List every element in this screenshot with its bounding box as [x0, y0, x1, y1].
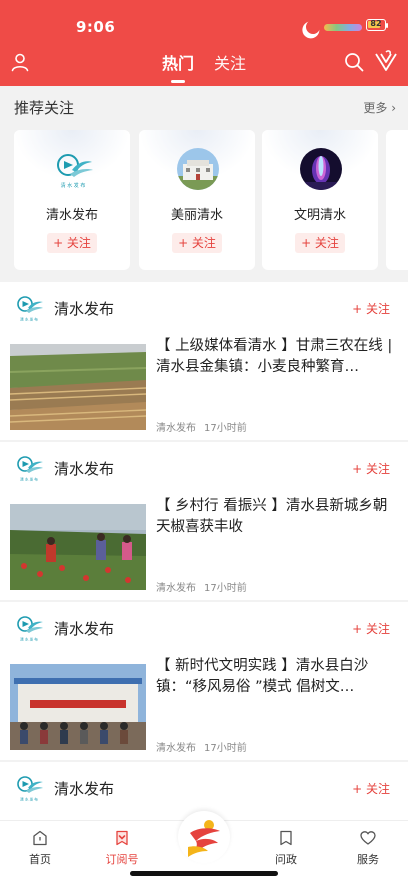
source-name[interactable]: 清水发布 — [54, 778, 114, 799]
subscription-icon — [116, 830, 128, 846]
source-logo-icon: 清 水 发 布 — [17, 296, 43, 322]
headline[interactable]: 【 上级媒体看清水 】甘肃三农在线 | 清水县金集镇：小麦良种繁育… — [156, 336, 396, 378]
center-logo-icon — [188, 820, 220, 857]
meta-source: 清水发布 — [156, 743, 196, 754]
signal-indicator — [324, 24, 362, 31]
meta-time: 17小时前 — [204, 423, 247, 434]
recommend-card-partial[interactable] — [386, 130, 408, 270]
follow-button[interactable]: + 关注 — [295, 233, 345, 253]
card-name: 清水发布 — [45, 208, 98, 223]
app-screen: 9:06 82 热门 关注 推荐关注 更多 › 清 水 发 布 清水发布 + 关… — [0, 0, 408, 883]
svg-text:清 水 发 布: 清 水 发 布 — [20, 317, 38, 322]
home-indicator — [130, 871, 278, 876]
svg-text:清 水 发 布: 清 水 发 布 — [61, 182, 86, 189]
source-logo-icon: 清 水 发 布 — [17, 776, 43, 802]
nav-subscriptions[interactable]: 订阅号 — [92, 829, 152, 867]
nav-inquiry-label: 问政 — [275, 853, 297, 866]
follow-button[interactable]: + 关注 — [352, 780, 390, 797]
battery-level: 82 — [370, 19, 382, 28]
inquiry-icon — [280, 830, 292, 846]
follow-button[interactable]: + 关注 — [352, 460, 390, 477]
building-photo-avatar — [177, 148, 219, 190]
follow-button[interactable]: + 关注 — [352, 620, 390, 637]
tab-following-label: 关注 — [214, 54, 247, 73]
meta-time: 17小时前 — [204, 583, 247, 594]
follow-button[interactable]: + 关注 — [172, 233, 222, 253]
app-logo-icon[interactable] — [374, 50, 398, 72]
headline[interactable]: 【 新时代文明实践 】清水县白沙镇：“移风易俗 ”模式 倡树文… — [156, 656, 396, 698]
battery-icon: 82 — [366, 19, 386, 31]
nav-service[interactable]: 服务 — [338, 829, 398, 867]
top-header: 9:06 82 热门 关注 — [0, 0, 408, 86]
meta-row: 清水发布 17小时前 — [156, 419, 247, 434]
center-logo-button[interactable] — [178, 811, 230, 863]
more-label: 更多 — [363, 101, 388, 115]
meta-source: 清水发布 — [156, 423, 196, 434]
service-heart-icon — [360, 831, 376, 845]
more-link[interactable]: 更多 › — [363, 99, 396, 116]
card-name: 文明清水 — [293, 208, 346, 223]
tab-following[interactable]: 关注 — [214, 50, 246, 84]
fountain-photo-avatar — [300, 148, 342, 190]
feed-item[interactable]: 清 水 发 布 清水发布 + 关注 【 新时代文明实践 】清水县白沙镇：“移风易… — [0, 602, 408, 760]
village-gathering-photo — [10, 664, 146, 750]
recommended-section: 推荐关注 更多 › 清 水 发 布 清水发布 + 关注 美丽清水 + 关注 文明… — [0, 86, 408, 280]
meta-row: 清水发布 17小时前 — [156, 739, 247, 754]
svg-text:清 水 发 布: 清 水 发 布 — [20, 637, 38, 642]
do-not-disturb-icon — [304, 18, 322, 36]
follow-button[interactable]: + 关注 — [47, 233, 97, 253]
nav-subscriptions-label: 订阅号 — [105, 853, 139, 866]
qingshui-release-logo-icon: 清 水 发 布 — [57, 154, 93, 189]
home-icon — [33, 830, 47, 846]
card-name: 美丽清水 — [170, 208, 223, 223]
pepper-harvest-photo — [10, 504, 146, 590]
recommend-card[interactable]: 文明清水 + 关注 — [262, 130, 378, 270]
follow-button[interactable]: + 关注 — [352, 300, 390, 317]
nav-inquiry[interactable]: 问政 — [256, 829, 316, 867]
svg-text:清 水 发 布: 清 水 发 布 — [20, 797, 38, 802]
nav-home[interactable]: 首页 — [10, 829, 70, 867]
meta-time: 17小时前 — [204, 743, 247, 754]
svg-text:清 水 发 布: 清 水 发 布 — [20, 477, 38, 482]
meta-source: 清水发布 — [156, 583, 196, 594]
source-logo-icon: 清 水 发 布 — [17, 456, 43, 482]
tab-hot[interactable]: 热门 — [162, 50, 194, 84]
battery-nub — [386, 23, 388, 28]
nav-service-label: 服务 — [357, 853, 379, 866]
feed-item[interactable]: 清 水 发 布 清水发布 + 关注 【 上级媒体看清水 】甘肃三农在线 | 清水… — [0, 282, 408, 440]
meta-row: 清水发布 17小时前 — [156, 579, 247, 594]
terraced-fields-photo — [10, 344, 146, 430]
status-time: 9:06 — [76, 18, 116, 36]
user-icon[interactable] — [10, 52, 30, 72]
headline[interactable]: 【 乡村行 看振兴 】清水县新城乡朝天椒喜获丰收 — [156, 496, 396, 538]
header-tabs: 热门 关注 — [162, 50, 246, 84]
feed-item[interactable]: 清 水 发 布 清水发布 + 关注 【 乡村行 看振兴 】清水县新城乡朝天椒喜获… — [0, 442, 408, 600]
tab-hot-label: 热门 — [162, 54, 195, 73]
section-title: 推荐关注 — [14, 99, 75, 117]
source-name[interactable]: 清水发布 — [54, 618, 114, 639]
recommend-card[interactable]: 美丽清水 + 关注 — [139, 130, 255, 270]
source-logo-icon: 清 水 发 布 — [17, 616, 43, 642]
active-tab-indicator — [171, 80, 185, 83]
chevron-right-icon: › — [387, 101, 396, 115]
nav-home-label: 首页 — [29, 853, 51, 866]
source-name[interactable]: 清水发布 — [54, 458, 114, 479]
search-icon[interactable] — [344, 52, 364, 72]
source-name[interactable]: 清水发布 — [54, 298, 114, 319]
recommend-card[interactable]: 清 水 发 布 清水发布 + 关注 — [14, 130, 130, 270]
